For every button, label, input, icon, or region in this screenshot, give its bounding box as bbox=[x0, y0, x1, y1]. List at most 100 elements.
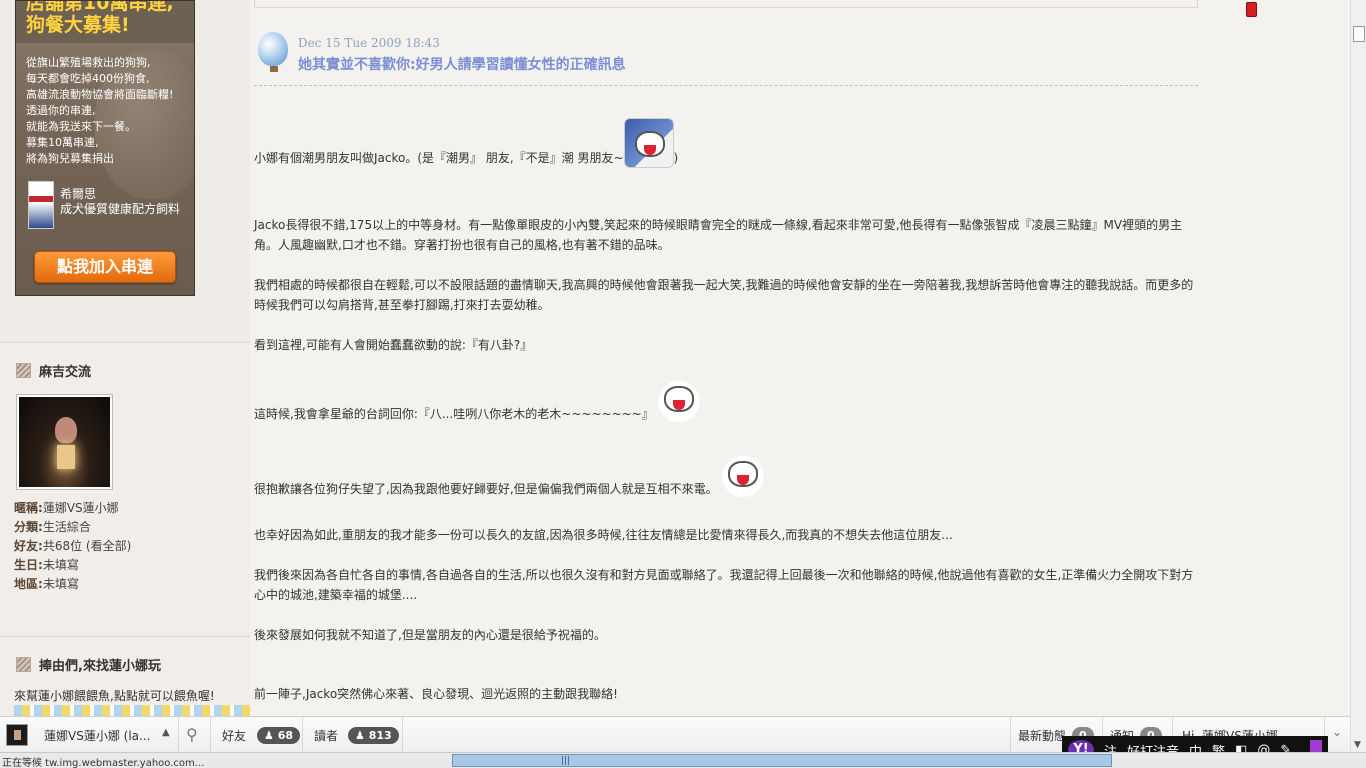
paragraph-7: 也幸好因為如此,重朋友的我才能多一份可以長久的友誼,因為很多時候,往往友情總是比… bbox=[254, 528, 953, 542]
profile-section-title: 麻吉交流 bbox=[16, 361, 91, 380]
toolbar-avatar[interactable] bbox=[6, 724, 28, 746]
ad-headline-line1: 店舖第10萬串連, bbox=[26, 0, 174, 14]
avatar[interactable] bbox=[17, 395, 112, 489]
paragraph-3: 我們相處的時候都很自在輕鬆,可以不設限話題的盡情聊天,我高興的時候他會跟著我一起… bbox=[254, 278, 1194, 312]
profile-field-nickname: 暱稱:蓮娜VS蓮小娜 bbox=[14, 499, 131, 518]
section-icon bbox=[16, 657, 31, 672]
profile-title-text: 麻吉交流 bbox=[39, 365, 92, 380]
emoticon-mouth bbox=[736, 475, 749, 485]
paragraph-1: 小娜有個潮男朋友叫做Jacko。(是『潮男』 朋友,『不是』潮 男朋友~) bbox=[254, 118, 1198, 168]
divider bbox=[178, 717, 179, 753]
angry-emoticon-icon bbox=[653, 374, 704, 424]
ad-line: 將為狗兒募集捐出 bbox=[26, 152, 114, 165]
field-value: 未填寫 bbox=[42, 577, 79, 591]
post-title[interactable]: 她其實並不喜歡你:好男人請學習讀懂女性的正確訊息 bbox=[298, 54, 626, 74]
search-icon[interactable]: ⚲ bbox=[186, 725, 198, 744]
profile-field-region: 地區:未填寫 bbox=[14, 575, 131, 594]
person-icon: ♟ bbox=[355, 729, 369, 742]
ad-brand-name: 希爾思 bbox=[60, 187, 97, 201]
paragraph-text-end: ) bbox=[673, 151, 679, 165]
paragraph-text: 小娜有個潮男朋友叫做Jacko。(是『潮男』 朋友,『不是』潮 男朋友~ bbox=[254, 151, 624, 165]
paragraph-4: 看到這裡,可能有人會開始蠢蠢欲動的說:『有八卦?』 bbox=[254, 338, 533, 352]
paragraph-text: 這時候,我會拿星爺的台詞回你:『八...哇咧八你老木的老木~~~~~~~~』 bbox=[254, 407, 654, 421]
readers-label[interactable]: 讀者 bbox=[314, 727, 338, 744]
profile-section: 麻吉交流 暱稱:蓮娜VS蓮小娜 分類:生活綜合 好友:共68位 (看全部) 生日… bbox=[0, 342, 250, 632]
horizontal-scrollbar[interactable]: ||| bbox=[452, 754, 1112, 767]
caret-up-icon[interactable]: ▲ bbox=[162, 727, 170, 738]
field-key: 生日: bbox=[14, 558, 43, 572]
readers-count: 813 bbox=[368, 729, 392, 742]
divider bbox=[402, 717, 403, 753]
sidebar: 店舖第10萬串連, 狗餐大募集! 從旗山繁殖場救出的狗狗, 每天都會吃掉400份… bbox=[0, 0, 250, 725]
profile-field-friends[interactable]: 好友:共68位 (看全部) bbox=[14, 537, 131, 556]
shouting-emoticon-icon bbox=[623, 118, 674, 168]
avatar-lamp bbox=[57, 445, 75, 469]
friends-label[interactable]: 好友 bbox=[222, 727, 246, 744]
profile-field-birthday: 生日:未填寫 bbox=[14, 556, 131, 575]
vertical-scrollbar[interactable]: ▼ bbox=[1350, 0, 1366, 752]
paragraph-5: 這時候,我會拿星爺的台詞回你:『八...哇咧八你老木的老木~~~~~~~~』 bbox=[254, 374, 1198, 424]
status-text: 正在等候 tw.img.webmaster.yahoo.com... bbox=[2, 758, 205, 768]
section-icon bbox=[16, 363, 31, 378]
ad-banner[interactable]: 店舖第10萬串連, 狗餐大募集! 從旗山繁殖場救出的狗狗, 每天都會吃掉400份… bbox=[15, 0, 195, 296]
paragraph-8: 我們後來因為各自忙各自的事情,各自過各自的生活,所以也很久沒有和對方見面或聯絡了… bbox=[254, 568, 1194, 602]
field-key: 暱稱: bbox=[14, 501, 43, 515]
friends-count-badge[interactable]: ♟ 68 bbox=[257, 727, 301, 744]
ad-body-text: 從旗山繁殖場救出的狗狗, 每天都會吃掉400份狗食, 高雄流浪動物協會將面臨斷糧… bbox=[26, 55, 194, 167]
person-icon: ♟ bbox=[264, 729, 278, 742]
ad-line: 透過你的串連, bbox=[26, 104, 96, 117]
balloon-icon bbox=[258, 32, 288, 66]
ad-line: 從旗山繁殖場救出的狗狗, bbox=[26, 56, 151, 69]
scrollbar-thumb[interactable] bbox=[1353, 26, 1365, 42]
emoticon-mouth bbox=[672, 400, 685, 410]
ad-line: 募集10萬串連, bbox=[26, 136, 99, 149]
scroll-grip-icon[interactable]: ||| bbox=[561, 756, 570, 766]
balloon-basket-icon bbox=[270, 66, 278, 72]
emoticon-mouth bbox=[643, 145, 656, 155]
ad-brand: 希爾思 成犬優質健康配方飼料 bbox=[60, 187, 180, 217]
latest-updates-label[interactable]: 最新動態 bbox=[1018, 727, 1066, 744]
fish-title-text: 捧由們,來找蓮小娜玩 bbox=[39, 659, 161, 674]
top-box-border bbox=[254, 0, 1198, 8]
collapse-chevron-icon[interactable]: ⌄ bbox=[1332, 725, 1342, 739]
paragraph-6: 很抱歉讓各位狗仔失望了,因為我跟他要好歸要好,但是偏偏我們兩個人就是互相不來電。 bbox=[254, 449, 1198, 499]
ad-line: 就能為我送來下一餐。 bbox=[26, 120, 136, 133]
readers-count-badge[interactable]: ♟ 813 bbox=[348, 727, 399, 744]
friends-count: 68 bbox=[277, 729, 294, 742]
field-value: 未填寫 bbox=[42, 558, 79, 572]
avatar-figure bbox=[55, 417, 77, 443]
field-value-link[interactable]: 共68位 (看全部) bbox=[43, 539, 131, 553]
divider bbox=[210, 717, 211, 753]
food-bag-image bbox=[28, 181, 54, 229]
laughing-emoticon-icon bbox=[717, 449, 768, 499]
fish-section-title: 捧由們,來找蓮小娜玩 bbox=[16, 655, 161, 674]
divider bbox=[1010, 717, 1011, 753]
paragraph-text: 很抱歉讓各位狗仔失望了,因為我跟他要好歸要好,但是偏偏我們兩個人就是互相不來電。 bbox=[254, 482, 718, 496]
divider bbox=[302, 717, 303, 753]
post-header: Dec 15 Tue 2009 18:43 她其實並不喜歡你:好男人請學習讀懂女… bbox=[254, 30, 1198, 86]
join-campaign-button[interactable]: 點我加入串連 bbox=[34, 251, 176, 283]
browser-status-bar: 正在等候 tw.img.webmaster.yahoo.com... ||| bbox=[0, 752, 1366, 768]
ad-line: 高雄流浪動物協會將面臨斷糧! bbox=[26, 88, 174, 101]
paragraph-9: 後來發展如何我就不知道了,但是當朋友的內心還是很給予祝福的。 bbox=[254, 628, 606, 642]
field-value: 生活綜合 bbox=[42, 520, 91, 534]
field-key: 地區: bbox=[14, 577, 43, 591]
paragraph-10: 前一陣子,Jacko突然佛心來著、良心發現、迴光返照的主動跟我聯絡! bbox=[254, 687, 618, 701]
fish-section: 捧由們,來找蓮小娜玩 來幫蓮小娜餵餵魚,點點就可以餵魚喔! bbox=[0, 636, 250, 725]
paragraph-2: Jacko長得很不錯,175以上的中等身材。有一點像單眼皮的小內雙,笑起來的時候… bbox=[254, 218, 1183, 252]
profile-fields: 暱稱:蓮娜VS蓮小娜 分類:生活綜合 好友:共68位 (看全部) 生日:未填寫 … bbox=[14, 499, 131, 594]
right-column bbox=[1200, 0, 1350, 716]
toolbar-username[interactable]: 蓮娜VS蓮小娜 (la... bbox=[44, 727, 150, 744]
bookmark-tag-icon[interactable] bbox=[1246, 2, 1257, 17]
ad-brand-product: 成犬優質健康配方飼料 bbox=[60, 202, 181, 216]
field-key: 好友: bbox=[14, 539, 43, 553]
fish-invite-text: 來幫蓮小娜餵餵魚,點點就可以餵魚喔! bbox=[14, 689, 215, 703]
scroll-down-arrow-icon[interactable]: ▼ bbox=[1354, 740, 1361, 750]
ad-headline-line2: 狗餐大募集! bbox=[26, 14, 130, 36]
ad-headline: 店舖第10萬串連, 狗餐大募集! bbox=[16, 0, 194, 43]
post-content: Dec 15 Tue 2009 18:43 她其實並不喜歡你:好男人請學習讀懂女… bbox=[254, 0, 1200, 716]
field-value: 蓮娜VS蓮小娜 bbox=[42, 501, 119, 515]
profile-field-category: 分類:生活綜合 bbox=[14, 518, 131, 537]
field-key: 分類: bbox=[14, 520, 43, 534]
ad-line: 每天都會吃掉400份狗食, bbox=[26, 72, 150, 85]
